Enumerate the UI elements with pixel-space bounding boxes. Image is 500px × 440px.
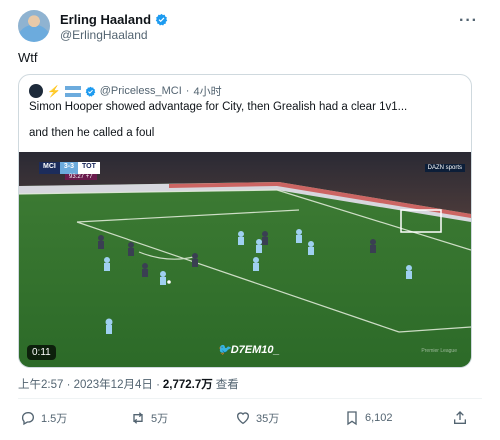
quoted-avatar[interactable]: [29, 84, 43, 98]
author-handle[interactable]: @ErlingHaaland: [60, 28, 148, 42]
quoted-separator: ·: [185, 85, 190, 97]
video-watermark-text: D7EM10_: [230, 344, 280, 356]
verified-badge-icon: [155, 13, 168, 26]
quoted-tweet-header: ⚡️ @Priceless_MCI · 4小时: [29, 83, 222, 99]
quoted-text-line2: and then he called a foul: [29, 127, 155, 139]
scoreboard: MCI 3-3 TOT: [39, 162, 100, 174]
manchester-city-flag-icon: [64, 85, 81, 97]
tweet-meta: 上午2:57 · 2023年12月4日 · 2,772.7万 查看: [18, 376, 239, 392]
reply-count: 1.5万: [41, 413, 68, 425]
quoted-handle[interactable]: @Priceless_MCI: [100, 85, 182, 97]
more-options-icon[interactable]: ···: [459, 12, 478, 30]
scoreboard-home-team: MCI: [39, 162, 60, 174]
bookmark-icon: [347, 411, 357, 426]
scoreboard-away-team: TOT: [77, 162, 100, 174]
like-count: 35万: [256, 413, 280, 425]
retweet-icon: [133, 412, 143, 424]
reply-icon: [21, 412, 34, 426]
author-name-row[interactable]: Erling Haaland: [60, 12, 168, 27]
video-player[interactable]: MCI 3-3 TOT 93:27 +7 DAZN sports 🐦D7EM10…: [19, 152, 471, 367]
reply-button[interactable]: 1.5万: [20, 410, 67, 426]
share-button[interactable]: [452, 410, 468, 426]
football-pitch-frame: [19, 152, 471, 367]
like-button[interactable]: 35万: [235, 410, 279, 426]
scoreboard-time: 93:27: [69, 174, 85, 180]
scoreboard-clock: 93:27 +7: [65, 174, 97, 180]
views-label: 查看: [215, 379, 239, 391]
twitter-bird-icon: 🐦: [217, 344, 231, 356]
retweet-button[interactable]: 5万: [130, 410, 168, 426]
scoreboard-score: 3-3: [59, 162, 78, 174]
quoted-tweet[interactable]: ⚡️ @Priceless_MCI · 4小时 Simon Hooper sho…: [18, 74, 472, 368]
avatar[interactable]: [18, 10, 50, 42]
quoted-text-line1: Simon Hooper showed advantage for City, …: [29, 101, 408, 113]
scoreboard-added-time: +7: [85, 174, 93, 180]
quoted-verified-badge-icon: [85, 86, 96, 97]
league-watermark: Premier League: [421, 348, 457, 354]
quoted-time[interactable]: 4小时: [193, 83, 221, 99]
video-duration: 0:11: [27, 345, 56, 360]
share-icon: [454, 411, 466, 424]
tweet-text: Wtf: [18, 50, 38, 65]
views-count: 2,772.7万: [162, 379, 213, 391]
bookmark-button[interactable]: 6,102: [344, 410, 393, 426]
video-watermark: 🐦D7EM10_: [217, 343, 280, 356]
tweet-header: Erling Haaland @ErlingHaaland ···: [18, 10, 482, 42]
quoted-name-emoji: ⚡️: [47, 85, 61, 98]
heart-icon: [236, 412, 250, 425]
action-bar: 1.5万 5万 35万 6,102: [20, 410, 480, 428]
tweet-card: Erling Haaland @ErlingHaaland ··· Wtf ⚡️…: [0, 0, 500, 440]
bookmark-count: 6,102: [365, 412, 393, 424]
retweet-count: 5万: [151, 413, 169, 425]
broadcaster-logo: DAZN sports: [424, 164, 465, 172]
divider: [18, 398, 482, 399]
tweet-timestamp[interactable]: 上午2:57 · 2023年12月4日 ·: [18, 376, 160, 392]
author-display-name[interactable]: Erling Haaland: [60, 12, 151, 27]
